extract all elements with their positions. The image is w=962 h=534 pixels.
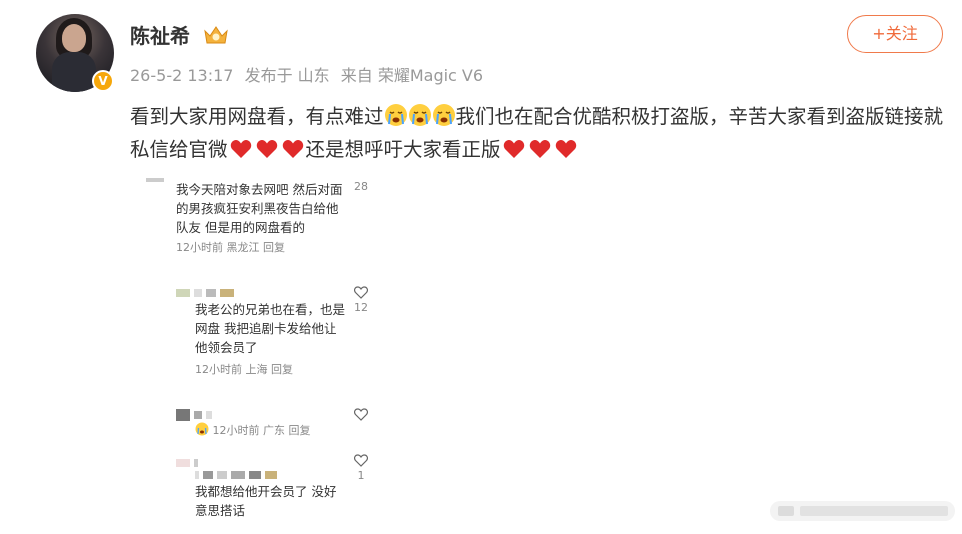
blurred-username bbox=[176, 406, 346, 421]
post-text-1: 看到大家用网盘看，有点难过 bbox=[130, 105, 384, 128]
author-name[interactable]: 陈祉希 bbox=[130, 20, 190, 49]
follow-button[interactable]: +关注 bbox=[847, 15, 943, 53]
crying-emoji-icon bbox=[432, 104, 455, 126]
heart-emoji-icon bbox=[282, 140, 303, 158]
comment-1: 我今天陪对象去网吧 然后对面的男孩疯狂安利黑夜告白给他队友 但是用的网盘看的 1… bbox=[146, 178, 344, 255]
post-source: 来自 荣耀Magic V6 bbox=[340, 66, 484, 85]
blurred-username bbox=[146, 178, 164, 182]
heart-emoji-icon bbox=[256, 140, 277, 158]
crying-emoji-icon bbox=[195, 422, 209, 436]
like-button[interactable] bbox=[353, 408, 369, 423]
crying-emoji-icon bbox=[408, 104, 431, 126]
crown-icon bbox=[204, 26, 228, 44]
comment-meta: 12小时前 广东 回复 bbox=[195, 422, 346, 438]
comment-like-count: 12 bbox=[354, 301, 368, 314]
like-button[interactable]: 12 bbox=[353, 286, 369, 314]
watermark-icon bbox=[770, 501, 955, 521]
crying-emoji-icon bbox=[384, 104, 407, 126]
post-meta: 26-5-2 13:17 发布于 山东 来自 荣耀Magic V6 bbox=[130, 62, 489, 86]
verified-badge-icon: V bbox=[92, 70, 114, 92]
comment-4: 我都想给他开会员了 没好意思搭话 bbox=[176, 454, 348, 520]
comment-like-count: 1 bbox=[357, 469, 365, 482]
heart-emoji-icon bbox=[503, 140, 524, 158]
like-button[interactable]: 1 bbox=[353, 454, 369, 482]
post-time[interactable]: 26-5-2 13:17 bbox=[130, 66, 233, 85]
comment-text: 我都想给他开会员了 没好意思搭话 bbox=[195, 484, 337, 518]
comment-2: 我老公的兄弟也在看，也是网盘 我把追剧卡发给他让他领会员了 12小时前 上海 回… bbox=[176, 284, 346, 377]
comment-text: 我今天陪对象去网吧 然后对面的男孩疯狂安利黑夜告白给他队友 但是用的网盘看的 bbox=[176, 182, 343, 235]
comment-like-count: 28 bbox=[354, 180, 368, 193]
post-content: 看到大家用网盘看，有点难过 我们也在配合优酷积极打盗版，辛苦大家看到盗版链接就私信… bbox=[130, 100, 945, 166]
heart-outline-icon bbox=[354, 408, 368, 421]
heart-emoji-icon bbox=[529, 140, 550, 158]
comment-text: 我老公的兄弟也在看，也是网盘 我把追剧卡发给他让他领会员了 bbox=[195, 302, 346, 355]
attached-screenshot[interactable]: 我今天陪对象去网吧 然后对面的男孩疯狂安利黑夜告白给他队友 但是用的网盘看的 1… bbox=[130, 176, 390, 522]
heart-outline-icon bbox=[354, 454, 368, 467]
heart-emoji-icon bbox=[555, 140, 576, 158]
heart-emoji-icon bbox=[230, 140, 251, 158]
comment-3: 12小时前 广东 回复 bbox=[176, 406, 346, 438]
post-text-3: 还是想呼吁大家看正版 bbox=[305, 138, 501, 161]
heart-outline-icon bbox=[354, 286, 368, 299]
post-location: 发布于 山东 bbox=[244, 66, 330, 85]
comment-meta: 12小时前 上海 回复 bbox=[195, 363, 293, 376]
blurred-username bbox=[176, 284, 346, 297]
comment-meta: 12小时前 黑龙江 回复 bbox=[176, 241, 285, 254]
blurred-username bbox=[176, 454, 348, 467]
